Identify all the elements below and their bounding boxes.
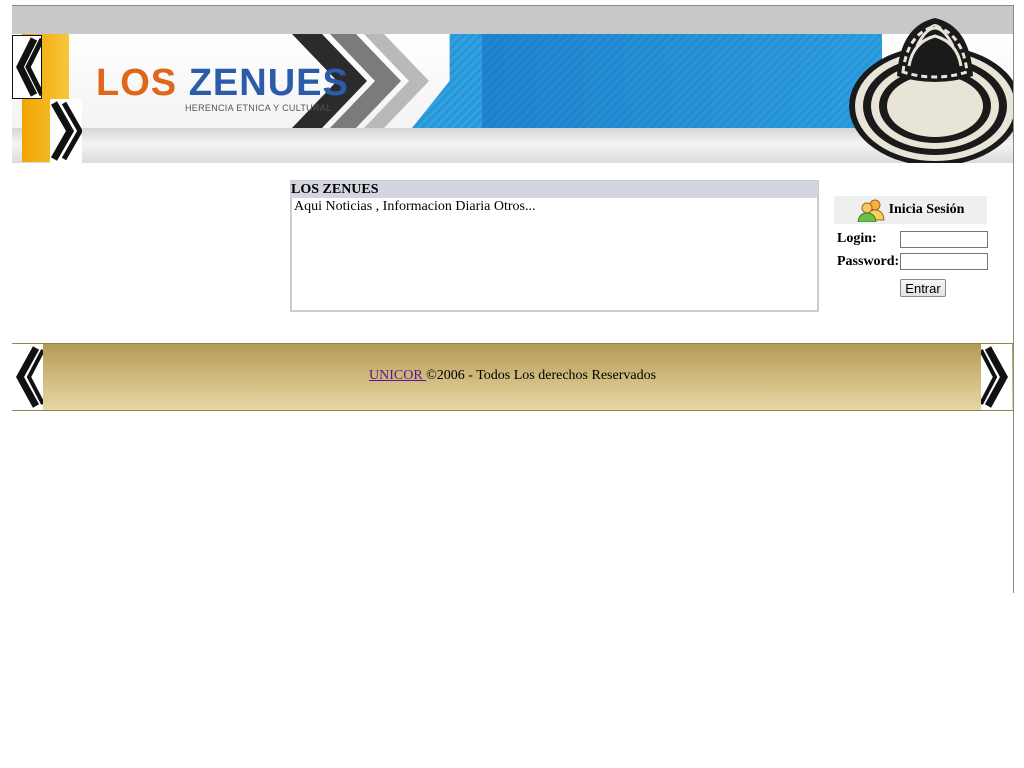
login-label: Login:	[837, 231, 877, 246]
entrar-button[interactable]: Entrar	[900, 279, 946, 297]
news-panel: LOS ZENUES Aqui Noticias , Informacion D…	[290, 180, 819, 312]
password-label: Password:	[837, 254, 900, 269]
footer-text: UNICOR ©2006 - Todos Los derechos Reserv…	[12, 368, 1013, 384]
news-panel-body: Aqui Noticias , Informacion Diaria Otros…	[291, 198, 818, 311]
header-banner: LOS ZENUES HERENCIA ETNICA Y CULTURAL	[12, 6, 1013, 163]
logo-word-los: LOS	[96, 62, 178, 104]
password-input[interactable]	[900, 253, 988, 270]
login-header: Inicia Sesión	[834, 196, 987, 224]
logo-subtitle: HERENCIA ETNICA Y CULTURAL	[185, 103, 332, 113]
news-panel-title: LOS ZENUES	[291, 181, 818, 198]
sombrero-hat-icon	[849, 18, 1013, 163]
copyright-text: ©2006 - Todos Los derechos Reservados	[426, 368, 657, 383]
users-icon	[857, 199, 885, 222]
footer: UNICOR ©2006 - Todos Los derechos Reserv…	[12, 343, 1013, 411]
login-input[interactable]	[900, 231, 988, 248]
footer-right-chevron-icon	[981, 344, 1012, 410]
unicor-link[interactable]: UNICOR	[369, 368, 426, 383]
frame-border-right	[1013, 5, 1014, 593]
login-box: Inicia Sesión	[834, 196, 987, 224]
login-heading: Inicia Sesión	[888, 202, 965, 217]
right-chevron-decoration-icon	[50, 99, 82, 163]
site-logo: LOS ZENUES	[96, 61, 349, 105]
header-blue-overlay	[482, 34, 882, 128]
logo-word-zenues: ZENUES	[188, 62, 349, 104]
left-chevron-decoration-icon	[12, 35, 42, 99]
